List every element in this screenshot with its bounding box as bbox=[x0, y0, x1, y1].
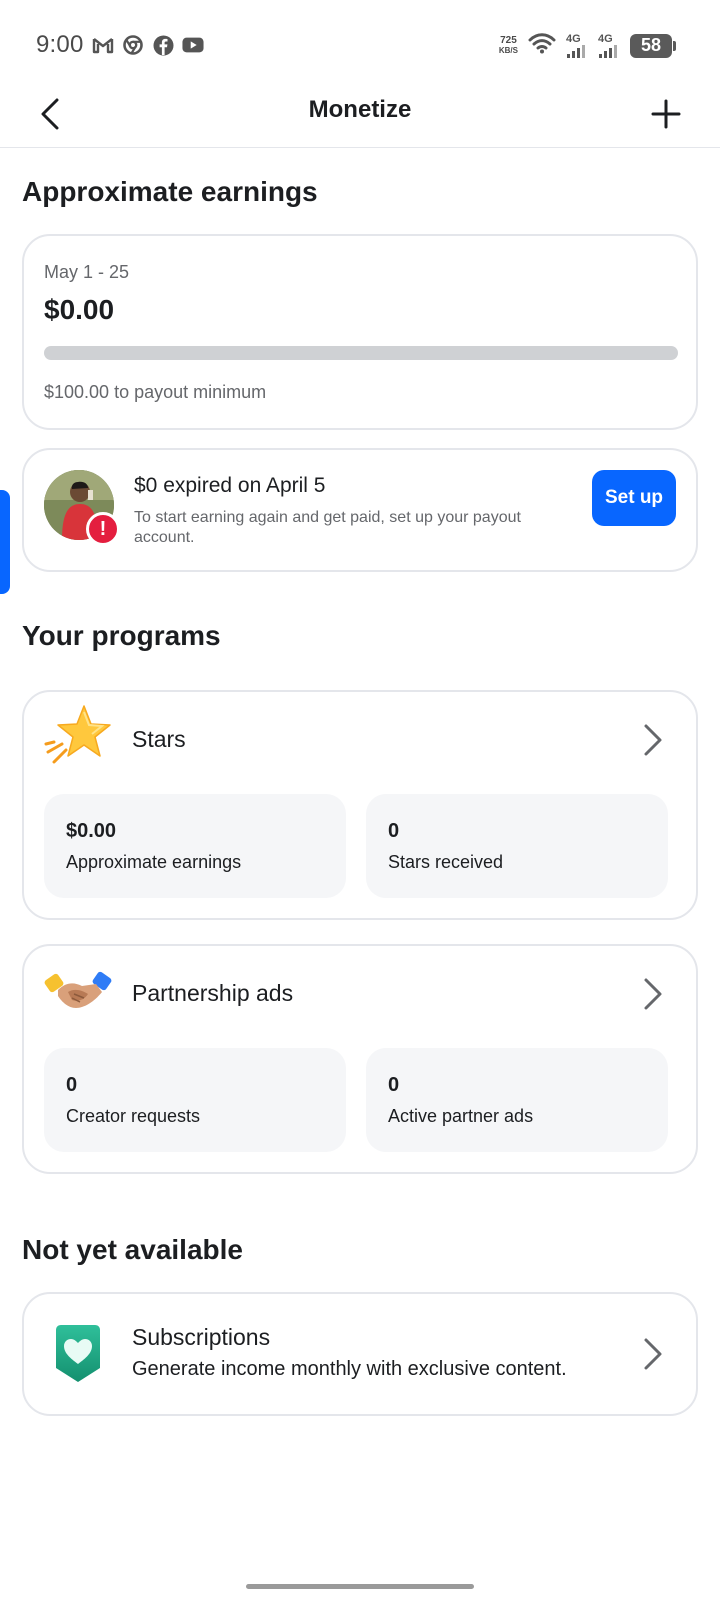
stat-label: Stars received bbox=[388, 852, 504, 872]
partnership-ads-program-card[interactable]: Partnership ads 0 Creator requests 0 Act… bbox=[22, 944, 698, 1174]
subscriptions-card[interactable]: Subscriptions Generate income monthly wi… bbox=[22, 1292, 698, 1416]
stars-earnings-stat: $0.00 Approximate earnings bbox=[44, 794, 346, 898]
stat-value: 0 bbox=[388, 1074, 400, 1096]
active-partner-ads-stat: 0 Active partner ads bbox=[366, 1048, 668, 1152]
not-available-section-title: Not yet available bbox=[22, 1234, 243, 1265]
chrome-icon bbox=[122, 34, 144, 56]
earnings-section-title: Approximate earnings bbox=[22, 176, 318, 207]
battery-icon: 58 bbox=[630, 33, 676, 58]
network-type-2: 4G bbox=[598, 32, 613, 45]
battery-level: 58 bbox=[640, 35, 662, 55]
app-header: Monetize bbox=[0, 80, 720, 148]
stars-received-stat: 0 Stars received bbox=[366, 794, 668, 898]
earnings-card: May 1 - 25 $0.00 $100.00 to payout minim… bbox=[22, 234, 698, 430]
stat-label: Approximate earnings bbox=[66, 852, 242, 872]
chevron-right-icon bbox=[638, 974, 668, 1014]
page-title: Monetize bbox=[308, 96, 412, 123]
stars-program-card[interactable]: Stars $0.00 Approximate earnings 0 Stars… bbox=[22, 690, 698, 920]
stat-value: 0 bbox=[388, 820, 400, 842]
home-indicator[interactable] bbox=[246, 1584, 474, 1589]
stat-label: Creator requests bbox=[66, 1106, 201, 1126]
stat-value: $0.00 bbox=[66, 820, 117, 842]
creator-requests-stat: 0 Creator requests bbox=[44, 1048, 346, 1152]
alert-badge-icon: ! bbox=[86, 512, 120, 546]
plus-icon bbox=[651, 99, 681, 129]
programs-section-title: Your programs bbox=[22, 620, 221, 651]
earnings-period: May 1 - 25 bbox=[44, 262, 130, 282]
cell-signal-icon-2: 4G bbox=[598, 32, 620, 58]
partnership-ads-title: Partnership ads bbox=[132, 980, 294, 1006]
network-speed-value: 725 bbox=[500, 34, 517, 46]
set-up-button[interactable]: Set up bbox=[592, 470, 676, 526]
facebook-icon bbox=[152, 34, 174, 56]
subscriptions-description: Generate income monthly with exclusive c… bbox=[132, 1358, 567, 1380]
network-speed-unit: KB/S bbox=[498, 45, 518, 55]
add-button[interactable] bbox=[644, 92, 688, 136]
side-edge-tab[interactable] bbox=[0, 490, 10, 594]
payout-expired-card: ! $0 expired on April 5 To start earning… bbox=[22, 448, 698, 572]
cell-signal-icon-1: 4G bbox=[566, 32, 588, 58]
heart-badge-icon bbox=[52, 1324, 104, 1384]
stat-value: 0 bbox=[66, 1074, 78, 1096]
subscriptions-title: Subscriptions bbox=[132, 1324, 271, 1350]
status-time: 9:00 bbox=[36, 31, 84, 58]
star-icon bbox=[44, 704, 114, 768]
chevron-right-icon bbox=[638, 1334, 668, 1374]
expired-title: $0 expired on April 5 bbox=[134, 474, 326, 497]
status-bar: 9:00 725 KB/S 4G 4G 58 bbox=[0, 0, 720, 92]
system-icons: 725 KB/S 4G 4G 58 bbox=[498, 32, 676, 59]
payout-progress-bar bbox=[44, 346, 678, 360]
chevron-right-icon bbox=[638, 720, 668, 760]
earnings-amount: $0.00 bbox=[44, 294, 115, 325]
payout-minimum-text: $100.00 to payout minimum bbox=[44, 382, 267, 402]
gmail-icon bbox=[92, 34, 114, 56]
avatar-with-alert: ! bbox=[44, 470, 120, 546]
stat-label: Active partner ads bbox=[388, 1106, 534, 1126]
stars-title: Stars bbox=[132, 726, 186, 752]
handshake-icon bbox=[44, 958, 114, 1022]
notification-icons bbox=[92, 34, 204, 56]
youtube-icon bbox=[182, 34, 204, 56]
network-speed: 725 KB/S bbox=[498, 34, 518, 56]
network-type-1: 4G bbox=[566, 32, 581, 45]
expired-description: To start earning again and get paid, set… bbox=[134, 509, 521, 546]
wifi-icon bbox=[528, 32, 556, 59]
